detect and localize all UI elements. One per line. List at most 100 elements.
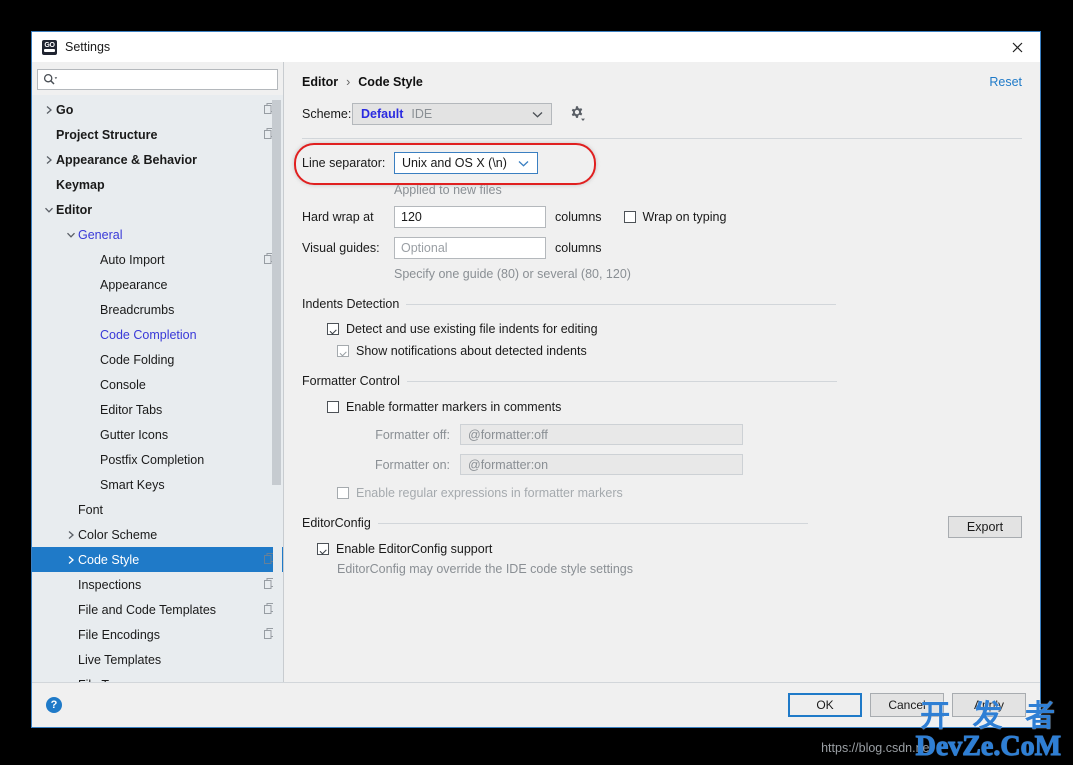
sidebar-scrollbar-thumb[interactable] bbox=[272, 100, 281, 485]
sidebar-item-label: Editor bbox=[56, 202, 93, 217]
sidebar-item-live-templates[interactable]: Live Templates bbox=[32, 647, 283, 672]
sidebar-item-label: Color Scheme bbox=[78, 527, 158, 542]
line-separator-dropdown[interactable]: Unix and OS X (\n) bbox=[394, 152, 538, 174]
search-box[interactable] bbox=[37, 69, 278, 90]
sidebar-item-label: Editor Tabs bbox=[100, 402, 163, 417]
close-icon[interactable] bbox=[995, 32, 1040, 62]
line-separator-row: Line separator: Unix and OS X (\n) bbox=[294, 143, 1022, 185]
sidebar-item-file-and-code-templates[interactable]: File and Code Templates bbox=[32, 597, 283, 622]
wrap-on-typing-checkbox[interactable]: Wrap on typing bbox=[623, 210, 726, 224]
sidebar-item-label: Appearance bbox=[100, 277, 168, 292]
sidebar-item-go[interactable]: Go bbox=[32, 97, 283, 122]
editorconfig-hint: EditorConfig may override the IDE code s… bbox=[337, 562, 633, 576]
formatter-on-input[interactable]: @formatter:on bbox=[460, 454, 743, 475]
gear-icon[interactable] bbox=[568, 105, 586, 123]
sidebar-item-project-structure[interactable]: Project Structure bbox=[32, 122, 283, 147]
watermark-en: DevZe.CoM bbox=[915, 731, 1061, 763]
sidebar-item-file-encodings[interactable]: File Encodings bbox=[32, 622, 283, 647]
group-divider bbox=[406, 380, 837, 382]
scheme-dropdown[interactable]: Default IDE bbox=[352, 103, 552, 125]
scheme-row: Scheme: Default IDE bbox=[302, 103, 1022, 125]
detect-indents-checkbox[interactable]: Detect and use existing file indents for… bbox=[327, 322, 1022, 336]
settings-content: Editor › Code Style Reset Scheme: Defaul… bbox=[284, 62, 1040, 682]
sidebar-item-label: Smart Keys bbox=[100, 477, 165, 492]
sidebar-item-label: Go bbox=[56, 102, 74, 117]
formatter-control-group: Formatter Control bbox=[302, 374, 1022, 388]
sidebar-item-smart-keys[interactable]: Smart Keys bbox=[32, 472, 283, 497]
checkbox-box[interactable] bbox=[327, 401, 339, 413]
sidebar-item-appearance-behavior[interactable]: Appearance & Behavior bbox=[32, 147, 283, 172]
line-separator-value: Unix and OS X (\n) bbox=[402, 156, 507, 170]
sidebar-item-file-types[interactable]: File Types bbox=[32, 672, 283, 683]
export-button[interactable]: Export bbox=[948, 516, 1022, 538]
editorconfig-section: EditorConfig Enable EditorConfig support… bbox=[302, 516, 1022, 576]
enable-editorconfig-label: Enable EditorConfig support bbox=[336, 542, 493, 556]
sidebar-item-code-style[interactable]: Code Style bbox=[32, 547, 283, 572]
sidebar-item-editor[interactable]: Editor bbox=[32, 197, 283, 222]
breadcrumb: Editor › Code Style bbox=[302, 75, 1022, 89]
settings-sidebar: Go Project Structure Appearance & Behavior… bbox=[32, 62, 284, 682]
visual-guides-input[interactable]: Optional bbox=[394, 237, 546, 259]
sidebar-item-label: General bbox=[78, 227, 123, 242]
reset-link[interactable]: Reset bbox=[989, 75, 1022, 89]
formatter-off-input[interactable]: @formatter:off bbox=[460, 424, 743, 445]
breadcrumb-leaf: Code Style bbox=[358, 75, 423, 89]
indents-detection-group: Indents Detection bbox=[302, 297, 1022, 311]
chevron-down-icon[interactable] bbox=[42, 206, 56, 214]
sidebar-item-keymap[interactable]: Keymap bbox=[32, 172, 283, 197]
sidebar-item-breadcrumbs[interactable]: Breadcrumbs bbox=[32, 297, 283, 322]
enable-regex-markers-label: Enable regular expressions in formatter … bbox=[356, 486, 623, 500]
sidebar-item-label: Code Completion bbox=[100, 327, 197, 342]
editorconfig-title: EditorConfig bbox=[302, 516, 371, 530]
chevron-right-icon[interactable] bbox=[64, 555, 78, 565]
sidebar-item-color-scheme[interactable]: Color Scheme bbox=[32, 522, 283, 547]
sidebar-item-font[interactable]: Font bbox=[32, 497, 283, 522]
visual-guides-unit: columns bbox=[555, 241, 602, 255]
chevron-right-icon[interactable] bbox=[42, 105, 56, 115]
checkbox-box[interactable] bbox=[327, 323, 339, 335]
sidebar-item-general[interactable]: General bbox=[32, 222, 283, 247]
sidebar-item-label: Gutter Icons bbox=[100, 427, 169, 442]
sidebar-item-label: Keymap bbox=[56, 177, 105, 192]
sidebar-item-code-folding[interactable]: Code Folding bbox=[32, 347, 283, 372]
sidebar-item-auto-import[interactable]: Auto Import bbox=[32, 247, 283, 272]
enable-regex-markers-checkbox[interactable]: Enable regular expressions in formatter … bbox=[337, 486, 1022, 500]
checkbox-box[interactable] bbox=[337, 345, 349, 357]
sidebar-item-label: Font bbox=[78, 502, 104, 517]
dialog-body: Go Project Structure Appearance & Behavior… bbox=[32, 62, 1040, 682]
sidebar-item-gutter-icons[interactable]: Gutter Icons bbox=[32, 422, 283, 447]
show-indent-notifications-checkbox[interactable]: Show notifications about detected indent… bbox=[337, 344, 1022, 358]
chevron-right-icon[interactable] bbox=[42, 155, 56, 165]
sidebar-item-label: Code Style bbox=[78, 552, 140, 567]
help-icon[interactable]: ? bbox=[46, 697, 62, 713]
show-indent-notifications-label: Show notifications about detected indent… bbox=[356, 344, 587, 358]
sidebar-item-console[interactable]: Console bbox=[32, 372, 283, 397]
sidebar-scrollbar-track[interactable] bbox=[272, 95, 282, 682]
sidebar-item-postfix-completion[interactable]: Postfix Completion bbox=[32, 447, 283, 472]
visual-guides-row: Visual guides: Optional columns bbox=[302, 237, 1022, 259]
enable-formatter-markers-checkbox[interactable]: Enable formatter markers in comments bbox=[327, 400, 1022, 414]
scheme-suffix: IDE bbox=[411, 107, 433, 121]
enable-editorconfig-checkbox[interactable]: Enable EditorConfig support bbox=[317, 542, 1022, 556]
group-divider bbox=[377, 522, 808, 524]
checkbox-box[interactable] bbox=[337, 487, 349, 499]
sidebar-item-code-completion[interactable]: Code Completion bbox=[32, 322, 283, 347]
sidebar-item-editor-tabs[interactable]: Editor Tabs bbox=[32, 397, 283, 422]
checkbox-box[interactable] bbox=[623, 211, 636, 223]
editorconfig-group: EditorConfig bbox=[302, 516, 1022, 530]
title-bar: GO Settings bbox=[32, 32, 1040, 62]
chevron-down-icon bbox=[518, 156, 529, 170]
sidebar-item-label: File Encodings bbox=[78, 627, 160, 642]
search-input[interactable] bbox=[58, 70, 277, 89]
sidebar-item-appearance[interactable]: Appearance bbox=[32, 272, 283, 297]
enable-formatter-markers-label: Enable formatter markers in comments bbox=[346, 400, 562, 414]
sidebar-item-inspections[interactable]: Inspections bbox=[32, 572, 283, 597]
window-title: Settings bbox=[65, 40, 111, 54]
hard-wrap-input[interactable]: 120 bbox=[394, 206, 546, 228]
chevron-down-icon[interactable] bbox=[64, 231, 78, 239]
breadcrumb-root[interactable]: Editor bbox=[302, 75, 338, 89]
sidebar-item-label: Appearance & Behavior bbox=[56, 152, 198, 167]
checkbox-box[interactable] bbox=[317, 543, 329, 555]
ok-button[interactable]: OK bbox=[788, 693, 862, 717]
chevron-right-icon[interactable] bbox=[64, 530, 78, 540]
